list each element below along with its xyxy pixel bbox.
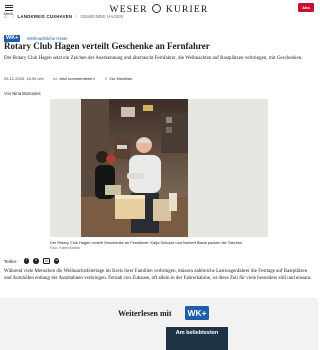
email-icon[interactable]: ✉ [43, 258, 50, 264]
whatsapp-icon[interactable]: ☏ [53, 258, 60, 264]
photo-caption: Der Rotary Club Hagen verteilt Geschenke… [50, 240, 244, 245]
x-icon[interactable]: ✕ [33, 258, 39, 264]
body-fade-overlay [0, 282, 318, 297]
publish-date: 25.12.2025, 15:00 Uhr [4, 76, 44, 81]
most-popular-title: Am beliebtesten [175, 330, 219, 336]
breadcrumb-item-gemeinde[interactable]: GEMEINDE HAGEN [81, 14, 124, 19]
bookmark-link[interactable]: ☆ Zur Merkliste [104, 76, 133, 82]
author-line: Von Nina Momanes [4, 91, 41, 96]
breadcrumb-item-landkreis[interactable]: LANDKREIS CUXHAVEN [18, 14, 73, 19]
most-popular-panel[interactable]: Am beliebtesten [166, 327, 228, 350]
abo-button[interactable]: Abo [298, 3, 314, 12]
home-icon[interactable]: ⌂ [4, 14, 7, 20]
article-headline: Rotary Club Hagen verteilt Geschenke an … [4, 41, 210, 51]
bookmark-icon: ☆ [103, 76, 108, 81]
article-body: Während viele Menschen die Weihnachtsfei… [4, 269, 312, 282]
comment-icon: ▭ [52, 76, 58, 81]
paywall-section [0, 298, 318, 350]
author-name[interactable]: Nina Momanes [12, 91, 40, 96]
share-label: Teilen: [4, 258, 18, 264]
paywall-text: Weiterlesen mit [118, 309, 172, 318]
article-teaser: Der Rotary Club Hagen setzt ein Zeichen … [4, 56, 303, 61]
article-meta: 25.12.2025, 15:00 Uhr ▭ Jetzt kommentiere… [4, 76, 141, 84]
photo-credit: Foto: Katrin Kurths [50, 246, 80, 250]
article-photo[interactable] [81, 99, 188, 237]
breadcrumb: ⌂ / LANDKREIS CUXHAVEN / GEMEINDE HAGEN [4, 14, 124, 20]
logo-text-right: KURIER [165, 5, 209, 15]
comment-link[interactable]: ▭ Jetzt kommentieren! [53, 76, 95, 82]
paywall-wk-plus-badge[interactable]: WK+ [185, 306, 209, 320]
facebook-icon[interactable]: f [23, 258, 30, 264]
logo-seal-icon [152, 4, 162, 13]
article-kicker: WK+ Weihnachtliche Geste [4, 30, 68, 43]
share-bar: Teilen: f ✕ ✉ ☏ [4, 258, 62, 266]
